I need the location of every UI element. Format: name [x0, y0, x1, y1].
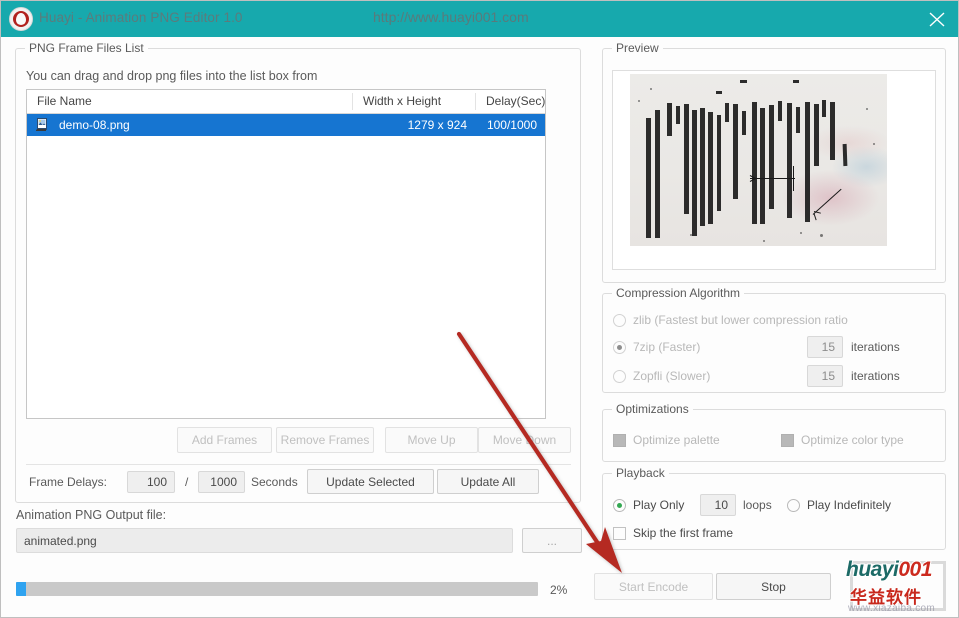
- radio-7zip-indicator: [613, 340, 626, 354]
- watermark-brand-main: huayi: [845, 557, 900, 582]
- radio-play-only[interactable]: Play Only: [613, 498, 684, 512]
- zopfli-iterations-label: iterations: [851, 369, 900, 383]
- table-row[interactable]: demo-08.png 1279 x 924 100/1000: [27, 114, 545, 136]
- section-divider: [26, 464, 571, 465]
- preview-image: [630, 74, 887, 246]
- watermark-site-url: www.xiazaiba.com: [848, 603, 936, 614]
- frame-delay-numerator-input[interactable]: 100: [127, 471, 175, 493]
- radio-play-only-label: Play Only: [633, 498, 685, 512]
- progress-percent-label: 2%: [550, 583, 568, 597]
- checkbox-optimize-palette[interactable]: Optimize palette: [613, 433, 720, 447]
- zopfli-iterations-input[interactable]: 15: [807, 365, 843, 387]
- column-divider: [352, 93, 353, 110]
- start-encode-button[interactable]: Start Encode: [594, 573, 713, 600]
- app-logo-icon: [10, 8, 32, 30]
- group-title-frame-list: PNG Frame Files List: [25, 41, 148, 55]
- column-divider: [475, 93, 476, 110]
- optimize-palette-indicator: [613, 433, 626, 447]
- 7zip-iterations-label: iterations: [851, 340, 900, 354]
- cell-dimensions: 1279 x 924: [407, 118, 467, 132]
- frame-delay-separator: /: [185, 475, 189, 489]
- loops-input[interactable]: 10: [700, 494, 736, 516]
- checkbox-optimize-color-type[interactable]: Optimize color type: [781, 433, 904, 447]
- group-title-preview: Preview: [612, 41, 663, 55]
- browse-button[interactable]: ...: [522, 528, 582, 553]
- close-button[interactable]: [914, 1, 958, 37]
- radio-play-only-indicator: [613, 498, 626, 512]
- cell-delay: 100/1000: [486, 118, 537, 132]
- window-title: Huayi - Animation PNG Editor 1.0: [39, 10, 243, 25]
- radio-play-indefinitely-label: Play Indefinitely: [807, 498, 892, 512]
- frame-list-box[interactable]: File Name Width x Height Delay(Sec) demo…: [26, 89, 546, 419]
- group-title-optimizations: Optimizations: [612, 402, 693, 416]
- seconds-label: Seconds: [251, 475, 298, 489]
- radio-zopfli-indicator: [613, 369, 626, 383]
- checkbox-skip-first-frame[interactable]: Skip the first frame: [613, 526, 733, 540]
- drag-drop-hint: You can drag and drop png files into the…: [26, 69, 318, 83]
- skip-first-frame-label: Skip the first frame: [633, 526, 734, 540]
- radio-7zip[interactable]: 7zip (Faster): [613, 340, 700, 354]
- optimize-color-type-indicator: [781, 433, 794, 447]
- frame-delays-label: Frame Delays:: [29, 475, 108, 489]
- add-frames-button[interactable]: Add Frames: [177, 427, 272, 453]
- cell-file-name: demo-08.png: [59, 118, 130, 132]
- title-url-label: http://www.huayi001.com: [373, 9, 529, 25]
- radio-zlib-indicator: [613, 313, 626, 327]
- stop-button[interactable]: Stop: [716, 573, 831, 600]
- radio-7zip-label: 7zip (Faster): [633, 340, 701, 354]
- close-icon: [929, 12, 945, 27]
- preview-pane: [612, 70, 936, 270]
- column-header-width-height[interactable]: Width x Height: [363, 94, 441, 108]
- move-up-button[interactable]: Move Up: [385, 427, 478, 453]
- skip-first-frame-indicator: [613, 526, 626, 540]
- remove-frames-button[interactable]: Remove Frames: [276, 427, 374, 453]
- radio-zopfli-label: Zopfli (Slower): [633, 369, 711, 383]
- radio-zlib-label: zlib (Fastest but lower compression rati…: [633, 313, 848, 327]
- column-header-file-name[interactable]: File Name: [37, 94, 92, 108]
- optimize-palette-label: Optimize palette: [633, 433, 720, 447]
- update-all-button[interactable]: Update All: [437, 469, 539, 494]
- update-selected-button[interactable]: Update Selected: [307, 469, 434, 494]
- progress-bar: [16, 582, 538, 596]
- radio-zopfli[interactable]: Zopfli (Slower): [613, 369, 710, 383]
- loops-label: loops: [743, 498, 772, 512]
- column-header-delay[interactable]: Delay(Sec): [486, 94, 545, 108]
- radio-zlib[interactable]: zlib (Fastest but lower compression rati…: [613, 313, 848, 327]
- watermark-logo: huayi001 华益软件 www.xiazaiba.com: [844, 557, 956, 615]
- group-title-compression: Compression Algorithm: [612, 286, 745, 300]
- watermark-brand: huayi001: [845, 557, 933, 582]
- title-bar: Huayi - Animation PNG Editor 1.0 http://…: [1, 1, 958, 37]
- image-file-icon: [36, 118, 47, 131]
- watermark-brand-number: 001: [897, 557, 933, 582]
- app-window: Huayi - Animation PNG Editor 1.0 http://…: [0, 0, 959, 618]
- frame-delay-denominator-input[interactable]: 1000: [198, 471, 245, 493]
- radio-play-indefinitely-indicator: [787, 498, 800, 512]
- progress-bar-fill: [16, 582, 27, 596]
- optimize-color-type-label: Optimize color type: [801, 433, 904, 447]
- 7zip-iterations-input[interactable]: 15: [807, 336, 843, 358]
- radio-play-indefinitely[interactable]: Play Indefinitely: [787, 498, 891, 512]
- frame-list-header: File Name Width x Height Delay(Sec): [27, 90, 545, 114]
- group-title-playback: Playback: [612, 466, 669, 480]
- output-filename-input[interactable]: animated.png: [16, 528, 513, 553]
- move-down-button[interactable]: Move Down: [478, 427, 571, 453]
- output-file-label: Animation PNG Output file:: [16, 508, 167, 522]
